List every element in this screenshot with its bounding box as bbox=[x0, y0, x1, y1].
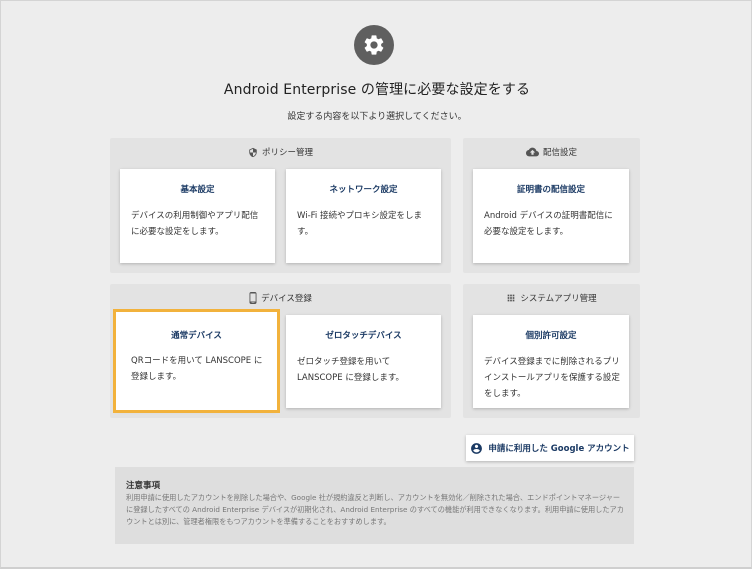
card-description: ゼロタッチ登録を用いて LANSCOPE に登録します。 bbox=[297, 357, 404, 383]
group-device-registration: デバイス登録 通常デバイス QRコードを用いて LANSCOPE に登録します。… bbox=[110, 284, 451, 418]
card-description: QRコードを用いて LANSCOPE に登録します。 bbox=[131, 356, 263, 382]
group-system-apps-header: システムアプリ管理 bbox=[463, 284, 640, 312]
card-title: ゼロタッチデバイス bbox=[325, 331, 402, 341]
account-circle-icon bbox=[471, 442, 483, 454]
group-system-apps-label: システムアプリ管理 bbox=[520, 294, 597, 304]
google-account-label: 申請に利用した Google アカウント bbox=[488, 444, 630, 454]
card-zero-touch-device[interactable]: ゼロタッチデバイス ゼロタッチ登録を用いて LANSCOPE に登録します。 bbox=[286, 315, 441, 408]
group-distribution: 配信設定 証明書の配信設定 Android デバイスの証明書配信に必要な設定をし… bbox=[463, 138, 640, 273]
card-description: Wi-Fi 接続やプロキシ設定をします。 bbox=[297, 211, 422, 237]
notice-box: 注意事項 利用申請に使用したアカウントを削除した場合や、Google 社が規約違… bbox=[115, 467, 634, 544]
shield-icon bbox=[249, 147, 257, 157]
group-device-header: デバイス登録 bbox=[110, 284, 451, 312]
grid-icon bbox=[508, 294, 515, 302]
google-account-button[interactable]: 申請に利用した Google アカウント bbox=[466, 435, 634, 461]
notice-body: 利用申請に使用したアカウントを削除した場合や、Google 社が規約違反と判断し… bbox=[126, 493, 624, 526]
card-description: Android デバイスの証明書配信に必要な設定をします。 bbox=[484, 211, 613, 237]
smartphone-icon bbox=[249, 292, 257, 304]
cloud-upload-icon bbox=[525, 147, 539, 157]
page-title: Android Enterprise の管理に必要な設定をする bbox=[223, 82, 531, 98]
card-title: 通常デバイス bbox=[171, 331, 222, 341]
group-policy-label: ポリシー管理 bbox=[261, 148, 313, 158]
group-distribution-header: 配信設定 bbox=[463, 138, 640, 166]
card-description: デバイス登録までに削除されるプリインストールアプリを保護する設定をします。 bbox=[484, 357, 620, 399]
notice-title: 注意事項 bbox=[126, 481, 161, 491]
card-title: 個別許可設定 bbox=[525, 331, 577, 341]
group-distribution-label: 配信設定 bbox=[542, 148, 577, 158]
page-frame: Android Enterprise の管理に必要な設定をする 設定する内容を以… bbox=[0, 0, 752, 569]
group-policy: ポリシー管理 基本設定 デバイスの利用制御やアプリ配信に必要な設定をします。 ネ… bbox=[110, 138, 451, 273]
card-network-settings[interactable]: ネットワーク設定 Wi-Fi 接続やプロキシ設定をします。 bbox=[286, 169, 441, 263]
card-description: デバイスの利用制御やアプリ配信に必要な設定をします。 bbox=[131, 211, 259, 237]
gear-icon bbox=[354, 25, 394, 65]
page-subtitle: 設定する内容を以下より選択してください。 bbox=[287, 112, 467, 122]
group-system-apps: システムアプリ管理 個別許可設定 デバイス登録までに削除されるプリインストールア… bbox=[463, 284, 640, 418]
group-device-label: デバイス登録 bbox=[261, 294, 312, 304]
card-individual-permission[interactable]: 個別許可設定 デバイス登録までに削除されるプリインストールアプリを保護する設定を… bbox=[473, 315, 629, 408]
card-title: ネットワーク設定 bbox=[329, 185, 398, 195]
card-standard-device[interactable]: 通常デバイス QRコードを用いて LANSCOPE に登録します。 bbox=[113, 309, 280, 413]
group-policy-header: ポリシー管理 bbox=[110, 138, 451, 166]
card-title: 証明書の配信設定 bbox=[516, 185, 585, 195]
card-certificate-distribution[interactable]: 証明書の配信設定 Android デバイスの証明書配信に必要な設定をします。 bbox=[473, 169, 629, 263]
card-title: 基本設定 bbox=[180, 185, 215, 195]
card-basic-settings[interactable]: 基本設定 デバイスの利用制御やアプリ配信に必要な設定をします。 bbox=[120, 169, 275, 263]
